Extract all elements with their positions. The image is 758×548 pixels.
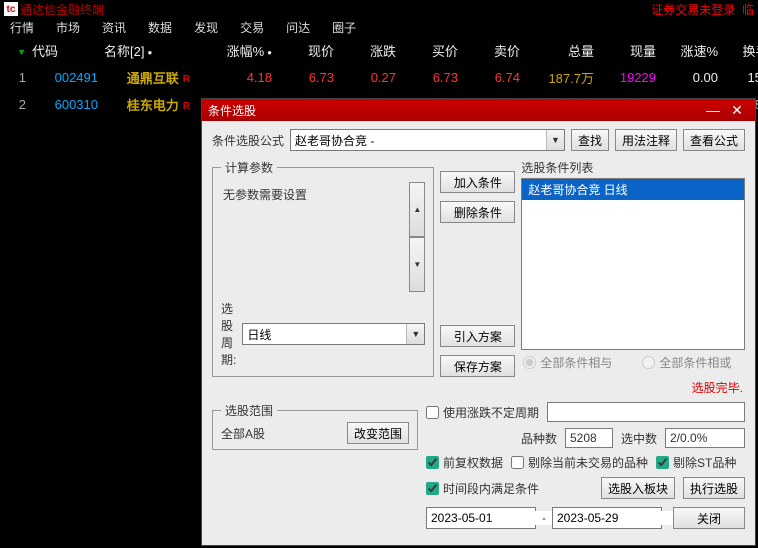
calc-empty-text: 无参数需要设置 <box>221 182 407 292</box>
menu-item[interactable]: 市场 <box>56 19 80 36</box>
app-logo-icon: tc <box>4 2 18 16</box>
save-plan-button[interactable]: 保存方案 <box>440 355 515 377</box>
col-header-change[interactable]: 涨跌 <box>338 38 398 63</box>
brand-bar: tc 通达信金融终端 证券交易未登录 临 <box>0 0 758 18</box>
col-header-turnover[interactable]: 换手% <box>722 38 758 63</box>
col-header-speed[interactable]: 涨速% <box>660 38 720 63</box>
time-range-checkbox[interactable]: 时间段内满足条件 <box>426 480 539 497</box>
spinner-down-icon[interactable]: ▼ <box>409 237 425 292</box>
radio-or[interactable]: 全部条件相或 <box>642 354 731 371</box>
menu-item[interactable]: 资讯 <box>102 19 126 36</box>
period-label: 选股周期: <box>221 300 236 368</box>
cell-price: 6.73 <box>276 65 336 90</box>
col-header-name[interactable]: 名称[2]● <box>102 38 192 63</box>
menu-item[interactable]: 发现 <box>194 19 218 36</box>
col-header-change-pct[interactable]: 涨幅%● <box>194 38 274 63</box>
cell-speed: 0.00 <box>660 65 720 90</box>
prefq-checkbox[interactable]: 前复权数据 <box>426 454 503 471</box>
cell-volume: 187.7万 <box>524 65 596 90</box>
period-input[interactable] <box>243 327 406 341</box>
dialog-title-bar[interactable]: 条件选股 — ✕ <box>202 99 755 121</box>
condition-listbox[interactable]: 赵老哥协合竞 日线 <box>521 178 745 350</box>
table-header-row: ▼ 代码 名称[2]● 涨幅%● 现价 涨跌 买价 卖价 总量 现量 涨速% 换… <box>2 38 758 63</box>
cell-change: 0.27 <box>338 65 398 90</box>
stock-selection-dialog: 条件选股 — ✕ 条件选股公式 ▼ 查找 用法注释 查看公式 计算参数 无参数需… <box>201 98 756 546</box>
main-menu: 行情 市场 资讯 数据 发现 交易 问达 圈子 <box>0 18 758 36</box>
param-spinner[interactable]: ▲ ▼ <box>409 182 425 292</box>
formula-label: 条件选股公式 <box>212 132 284 149</box>
close-button[interactable]: 关闭 <box>673 507 745 529</box>
spinner-up-icon[interactable]: ▲ <box>409 182 425 237</box>
menu-item[interactable]: 行情 <box>10 19 34 36</box>
date-separator: - <box>542 511 546 525</box>
stock-name[interactable]: 通鼎互联R <box>102 65 192 90</box>
stock-name[interactable]: 桂东电力R <box>102 92 192 117</box>
cell-ask: 6.74 <box>462 65 522 90</box>
selection-status: 选股完毕. <box>212 377 745 398</box>
usage-button[interactable]: 用法注释 <box>615 129 677 151</box>
selected-value: 2/0.0% <box>665 428 745 448</box>
col-header-price[interactable]: 现价 <box>276 38 336 63</box>
stock-code[interactable]: 600310 <box>30 92 100 117</box>
chevron-down-icon[interactable]: ▼ <box>406 324 424 344</box>
remove-st-checkbox[interactable]: 剔除ST品种 <box>656 454 736 471</box>
dialog-title: 条件选股 <box>208 102 701 119</box>
cell-cur-vol: 19229 <box>598 65 658 90</box>
add-condition-button[interactable]: 加入条件 <box>440 171 515 193</box>
variety-value: 5208 <box>565 428 613 448</box>
col-header-volume[interactable]: 总量 <box>524 38 596 63</box>
find-button[interactable]: 查找 <box>571 129 609 151</box>
selected-label: 选中数 <box>621 430 657 447</box>
login-status[interactable]: 证券交易未登录 临 <box>651 1 754 18</box>
calc-param-group: 计算参数 无参数需要设置 ▲ ▼ 选股周期: ▼ <box>212 159 434 377</box>
condition-list-label: 选股条件列表 <box>521 159 745 176</box>
radio-and[interactable]: 全部条件相与 <box>523 354 612 371</box>
view-formula-button[interactable]: 查看公式 <box>683 129 745 151</box>
close-icon[interactable]: ✕ <box>725 102 749 118</box>
delete-condition-button[interactable]: 删除条件 <box>440 201 515 223</box>
chevron-down-icon[interactable]: ▼ <box>546 130 564 150</box>
menu-item[interactable]: 数据 <box>148 19 172 36</box>
col-header-bid[interactable]: 买价 <box>400 38 460 63</box>
col-header-cur-vol[interactable]: 现量 <box>598 38 658 63</box>
formula-combo[interactable]: ▼ <box>290 129 565 151</box>
menu-item[interactable]: 圈子 <box>332 19 356 36</box>
r-mark-icon: R <box>183 74 190 85</box>
period-combo[interactable]: ▼ <box>242 323 425 345</box>
variety-label: 品种数 <box>521 430 557 447</box>
indef-period-checkbox[interactable]: 使用涨跌不定周期 <box>426 404 539 421</box>
list-item[interactable]: 赵老哥协合竞 日线 <box>522 179 744 200</box>
import-plan-button[interactable]: 引入方案 <box>440 325 515 347</box>
execute-selection-button[interactable]: 执行选股 <box>683 477 745 499</box>
row-index: 1 <box>2 65 28 90</box>
indef-period-input[interactable] <box>547 402 745 422</box>
app-title: 通达信金融终端 <box>20 1 104 18</box>
col-header-ask[interactable]: 卖价 <box>462 38 522 63</box>
calc-legend: 计算参数 <box>221 159 277 176</box>
date-to-picker[interactable]: ▼ <box>552 507 662 529</box>
remove-nontrade-checkbox[interactable]: 剔除当前未交易的品种 <box>511 454 648 471</box>
range-legend: 选股范围 <box>221 402 277 419</box>
col-header-code[interactable]: 代码 <box>30 38 100 63</box>
add-to-block-button[interactable]: 选股入板块 <box>601 477 675 499</box>
menu-item[interactable]: 交易 <box>240 19 264 36</box>
table-row[interactable]: 1 002491 通鼎互联R 4.18 6.73 0.27 6.73 6.74 … <box>2 65 758 90</box>
minimize-icon[interactable]: — <box>701 102 725 118</box>
cell-change-pct: 4.18 <box>194 65 274 90</box>
sort-indicator-icon[interactable]: ▼ <box>17 47 26 57</box>
range-text: 全部A股 <box>221 425 265 442</box>
r-mark-icon: R <box>183 101 190 112</box>
row-index: 2 <box>2 92 28 117</box>
stock-code[interactable]: 002491 <box>30 65 100 90</box>
change-range-button[interactable]: 改变范围 <box>347 422 409 444</box>
range-group: 选股范围 全部A股 改变范围 <box>212 402 418 450</box>
cell-turnover: 15.96 <box>722 65 758 90</box>
menu-item[interactable]: 问达 <box>286 19 310 36</box>
cell-bid: 6.73 <box>400 65 460 90</box>
formula-input[interactable] <box>291 133 546 147</box>
date-from-picker[interactable]: ▼ <box>426 507 536 529</box>
